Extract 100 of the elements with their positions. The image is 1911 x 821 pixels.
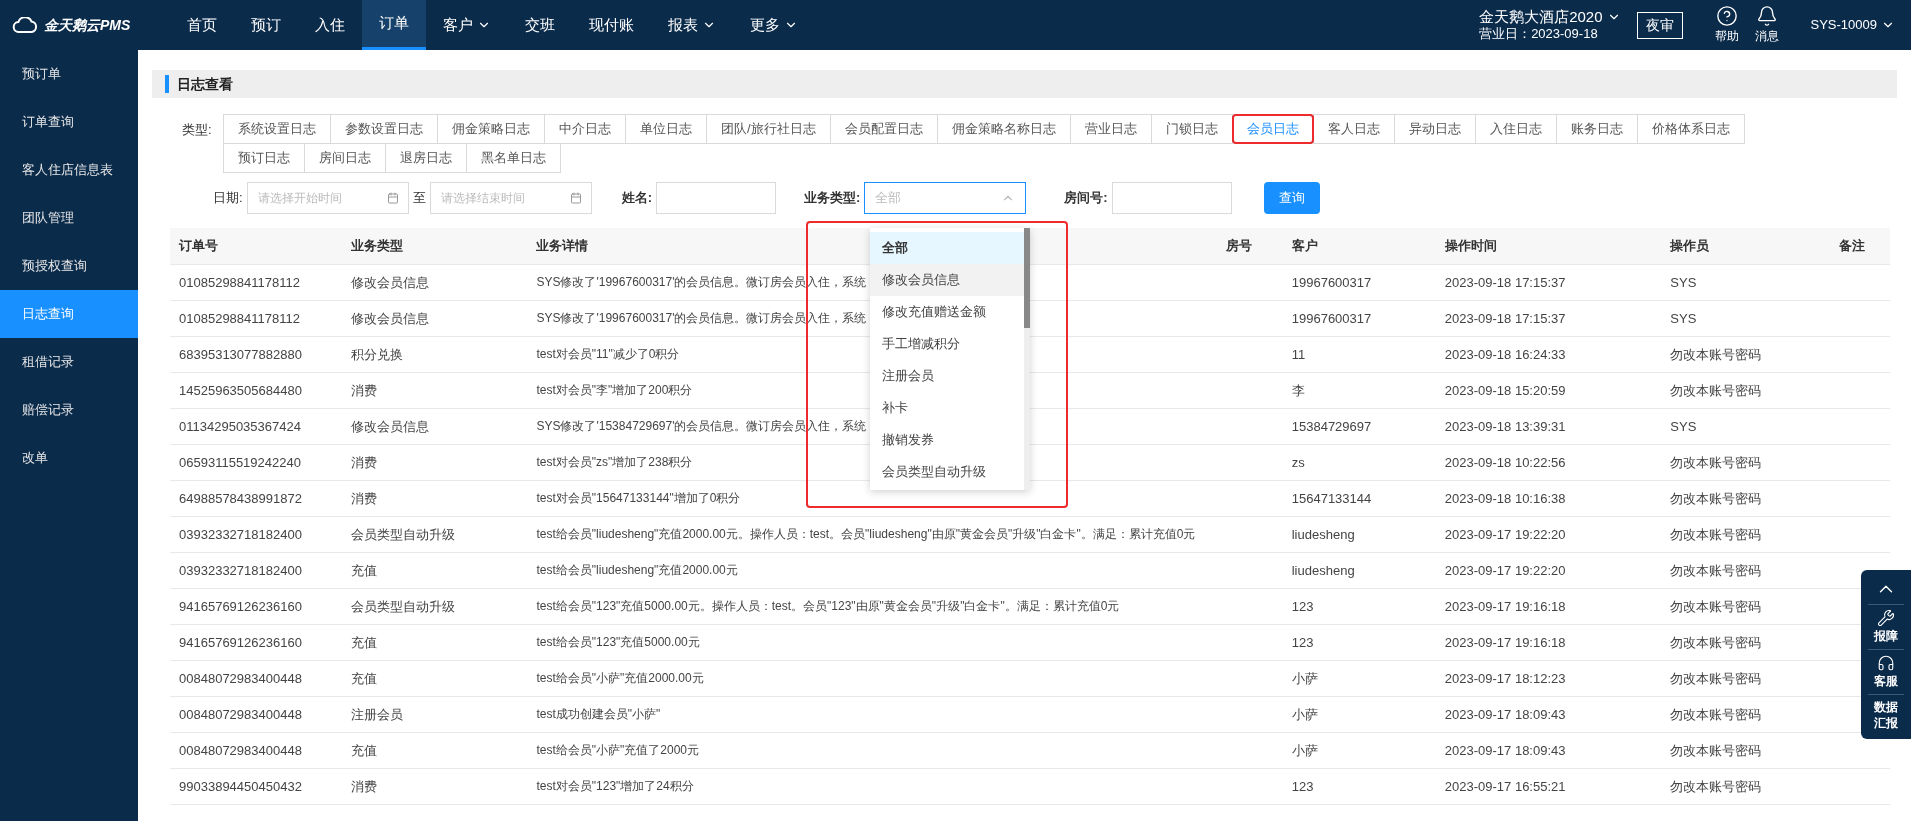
- nav-item[interactable]: 客户: [426, 0, 508, 50]
- column-header: 备注: [1838, 238, 1865, 253]
- table-cell: 01085298841178112: [179, 274, 300, 290]
- table-cell: 勿改本账号密码: [1670, 634, 1762, 650]
- table-cell: liudesheng: [1291, 562, 1355, 578]
- table-cell: 勿改本账号密码: [1670, 742, 1762, 758]
- log-tab[interactable]: 佣金策略名称日志: [936, 114, 1071, 144]
- table-cell: 2023-09-17 18:12:23: [1444, 670, 1566, 686]
- table-cell: 19967600317: [1291, 274, 1372, 290]
- table-cell: test对会员"李"增加了200积分: [536, 382, 693, 397]
- dropdown-option[interactable]: 会员类型自动升级: [870, 456, 1024, 488]
- table-cell: 小萨: [1291, 670, 1318, 686]
- log-tab[interactable]: 系统设置日志: [223, 114, 331, 144]
- help-icon[interactable]: [1715, 5, 1738, 27]
- user-name[interactable]: SYS-10009: [1810, 15, 1877, 35]
- data-report-button[interactable]: 数据汇报: [1871, 695, 1901, 735]
- sidebar-item[interactable]: 赔偿记录: [0, 386, 138, 434]
- dropdown-option[interactable]: 手工增减积分: [870, 328, 1024, 360]
- dropdown-option[interactable]: 修改充值赠送金额: [870, 296, 1024, 328]
- dropdown-option[interactable]: 撤销发券: [870, 424, 1024, 456]
- customer-service-button[interactable]: 客服: [1874, 650, 1898, 694]
- business-type-label: 业务类型:: [803, 189, 861, 208]
- table-cell: zs: [1291, 454, 1305, 470]
- table-cell: 03932332718182400: [179, 526, 302, 542]
- log-tab[interactable]: 营业日志: [1069, 114, 1152, 144]
- table-cell: test给会员"小萨"充值了2000元: [536, 742, 700, 757]
- log-tab[interactable]: 价格体系日志: [1636, 114, 1745, 144]
- table-cell: test对会员"123"增加了24积分: [536, 778, 694, 793]
- table-cell: 2023-09-18 10:16:38: [1444, 490, 1566, 506]
- table-cell: 2023-09-17 19:16:18: [1444, 634, 1566, 650]
- night-audit-button[interactable]: 夜审: [1636, 11, 1683, 39]
- table-cell: 积分兑换: [351, 346, 404, 362]
- table-cell: 消费: [351, 382, 378, 398]
- column-header: 操作时间: [1444, 238, 1497, 253]
- sidebar-item[interactable]: 团队管理: [0, 194, 138, 242]
- hotel-name[interactable]: 金天鹅大酒店2020: [1479, 7, 1603, 27]
- nav-item[interactable]: 更多: [733, 0, 815, 50]
- log-tab[interactable]: 单位日志: [625, 114, 707, 144]
- sidebar-item[interactable]: 租借记录: [0, 338, 138, 386]
- table-cell: 小萨: [1291, 706, 1318, 722]
- table-cell: 会员类型自动升级: [351, 598, 456, 614]
- table-cell: 会员类型自动升级: [351, 526, 456, 542]
- table-cell: 14525963505684480: [179, 382, 302, 398]
- table-cell: SYS: [1670, 310, 1697, 326]
- sidebar-item[interactable]: 订单查询: [0, 98, 138, 146]
- table-cell: 94165769126236160: [179, 634, 302, 650]
- log-tab[interactable]: 门锁日志: [1150, 114, 1233, 144]
- table-cell: 小萨: [1291, 742, 1318, 758]
- log-tab[interactable]: 会员配置日志: [829, 114, 938, 144]
- table-cell: 94165769126236160: [179, 598, 302, 614]
- nav-item[interactable]: 预订: [234, 0, 298, 50]
- dropdown-option[interactable]: 修改会员信息: [870, 264, 1024, 296]
- table-cell: 李: [1291, 382, 1305, 398]
- log-tab[interactable]: 黑名单日志: [466, 143, 561, 173]
- nav-item[interactable]: 现付账: [572, 0, 651, 50]
- table-cell: 01085298841178112: [179, 310, 300, 326]
- log-tab[interactable]: 中介日志: [544, 114, 626, 144]
- scrollbar-thumb[interactable]: [1024, 228, 1030, 328]
- nav-item[interactable]: 订单: [362, 0, 426, 50]
- sidebar-item[interactable]: 预授权查询: [0, 242, 138, 290]
- log-tab[interactable]: 账务日志: [1555, 114, 1638, 144]
- log-tab[interactable]: 入住日志: [1474, 114, 1557, 144]
- dropdown-option[interactable]: 注册会员: [870, 360, 1024, 392]
- room-number-field[interactable]: [1111, 182, 1232, 214]
- dropdown-option[interactable]: 全部: [870, 232, 1024, 264]
- table-cell: 勿改本账号密码: [1670, 382, 1762, 398]
- log-tab[interactable]: 团队/旅行社日志: [706, 114, 831, 144]
- sidebar-item[interactable]: 改单: [0, 434, 138, 482]
- headphones-icon: [1877, 654, 1895, 672]
- table-cell: 修改会员信息: [351, 310, 430, 326]
- section-title: 日志查看: [177, 74, 233, 94]
- nav-item[interactable]: 交班: [508, 0, 572, 50]
- end-date-field[interactable]: 请选择结束时间: [429, 182, 592, 214]
- sidebar-item[interactable]: 预订单: [0, 50, 138, 98]
- help-label[interactable]: 帮助: [1714, 27, 1739, 45]
- log-tab[interactable]: 异动日志: [1393, 114, 1476, 144]
- start-date-field[interactable]: 请选择开始时间: [246, 182, 409, 214]
- table-cell: 2023-09-18 17:15:37: [1444, 310, 1566, 326]
- column-header: 操作员: [1670, 238, 1710, 253]
- cloud-logo-icon: [12, 17, 38, 33]
- messages-label[interactable]: 消息: [1754, 27, 1779, 45]
- table-cell: 15384729697: [1291, 418, 1372, 434]
- sidebar-item[interactable]: 客人住店信息表: [0, 146, 138, 194]
- column-header: 房号: [1226, 238, 1253, 253]
- table-cell: 勿改本账号密码: [1670, 562, 1762, 578]
- bell-icon[interactable]: [1755, 5, 1778, 27]
- table-cell: test成功创建会员"小萨": [536, 706, 661, 721]
- log-tab[interactable]: 客人日志: [1312, 114, 1395, 144]
- nav-item[interactable]: 首页: [170, 0, 234, 50]
- table-cell: 64988578438991872: [179, 490, 302, 506]
- nav-item[interactable]: 入住: [298, 0, 362, 50]
- name-field[interactable]: [655, 182, 776, 214]
- table-cell: 2023-09-17 19:22:20: [1444, 526, 1566, 542]
- nav-item[interactable]: 报表: [651, 0, 733, 50]
- table-cell: 2023-09-17 18:09:43: [1444, 742, 1566, 758]
- table-cell: 消费: [351, 490, 378, 506]
- dropdown-option[interactable]: 补卡: [870, 392, 1024, 424]
- log-tab[interactable]: 预订日志: [223, 143, 305, 173]
- report-issue-button[interactable]: 报障: [1874, 605, 1898, 649]
- wrench-icon: [1877, 609, 1895, 627]
